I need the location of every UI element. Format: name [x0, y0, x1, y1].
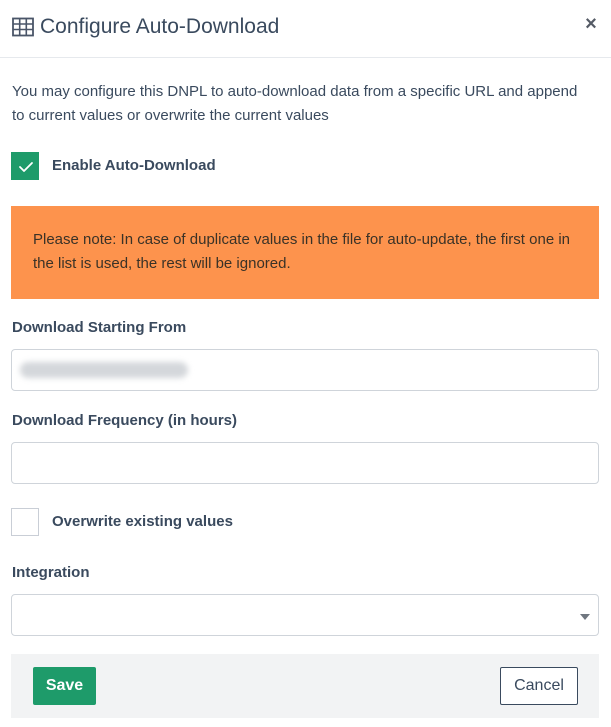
modal-title: Configure Auto-Download	[40, 15, 280, 38]
redacted-value	[20, 362, 188, 378]
save-button[interactable]: Save	[33, 667, 96, 705]
modal-footer: Save Cancel	[11, 654, 599, 718]
checkmark-icon	[19, 162, 33, 172]
integration-select[interactable]	[11, 594, 599, 636]
enable-auto-download-checkbox[interactable]	[11, 152, 39, 180]
enable-auto-download-label: Enable Auto-Download	[52, 157, 216, 174]
download-frequency-input[interactable]	[11, 442, 599, 484]
overwrite-existing-label: Overwrite existing values	[52, 513, 233, 530]
integration-label: Integration	[12, 564, 90, 581]
modal-description: You may configure this DNPL to auto-down…	[12, 83, 578, 124]
cancel-button[interactable]: Cancel	[500, 667, 578, 705]
enable-auto-download-row: Enable Auto-Download	[11, 152, 601, 182]
table-grid-icon	[12, 17, 34, 37]
download-starting-from-label: Download Starting From	[12, 319, 187, 336]
close-icon[interactable]: ×	[583, 14, 599, 34]
overwrite-existing-checkbox[interactable]	[11, 508, 39, 536]
modal-header: Configure Auto-Download ×	[0, 0, 611, 58]
caret-down-icon	[580, 614, 590, 620]
configure-auto-download-modal: Configure Auto-Download × You may config…	[0, 0, 611, 727]
overwrite-existing-row: Overwrite existing values	[11, 508, 601, 538]
download-frequency-label: Download Frequency (in hours)	[12, 412, 238, 429]
duplicate-values-notice: Please note: In case of duplicate values…	[11, 206, 599, 299]
